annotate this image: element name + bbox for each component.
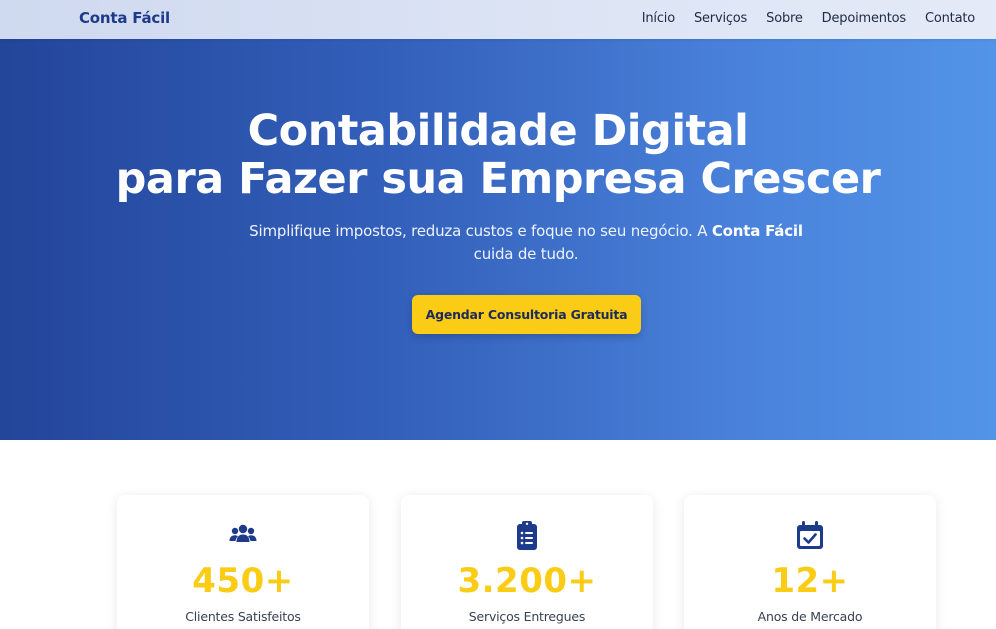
hero-subtitle-text: Simplifique impostos, reduza custos e fo… [249,222,712,240]
nav-link-inicio[interactable]: Início [642,11,675,26]
stat-value-years: 12+ [771,561,849,601]
hero-subtitle-end: cuida de tudo. [473,245,579,263]
stat-label-clients: Clientes Satisfeitos [185,609,301,624]
nav-menu: Início Serviços Sobre Depoimentos Contat… [642,11,975,26]
brand-logo[interactable]: Conta Fácil [79,9,170,27]
stat-label-years: Anos de Mercado [757,609,863,624]
hero-title: Contabilidade Digital para Fazer sua Emp… [0,107,996,203]
users-icon [229,524,257,542]
hero-section: Contabilidade Digital para Fazer sua Emp… [0,39,996,440]
stats-section: 450+ Clientes Satisfeitos 3.200+ Serviço… [0,440,996,629]
stat-value-services: 3.200+ [457,561,597,601]
stat-card-services: 3.200+ Serviços Entregues [401,495,653,629]
stat-card-years: 12+ Anos de Mercado [684,495,936,629]
clipboard-list-icon [517,521,537,550]
stat-card-clients: 450+ Clientes Satisfeitos [117,495,369,629]
nav-link-contato[interactable]: Contato [925,11,975,26]
nav-link-servicos[interactable]: Serviços [694,11,747,26]
stat-label-services: Serviços Entregues [468,609,586,624]
schedule-consultation-button[interactable]: Agendar Consultoria Gratuita [412,295,641,334]
navbar: Conta Fácil Início Serviços Sobre Depoim… [0,0,996,39]
stat-value-clients: 450+ [192,561,294,601]
hero-title-line-2: para Fazer sua Empresa Crescer [115,154,881,204]
nav-link-depoimentos[interactable]: Depoimentos [822,11,907,26]
hero-subtitle-brand: Conta Fácil [711,222,803,240]
hero-subtitle: Simplifique impostos, reduza custos e fo… [248,220,804,266]
calendar-check-icon [797,521,823,549]
hero-title-line-1: Contabilidade Digital [247,106,749,156]
nav-link-sobre[interactable]: Sobre [766,11,803,26]
